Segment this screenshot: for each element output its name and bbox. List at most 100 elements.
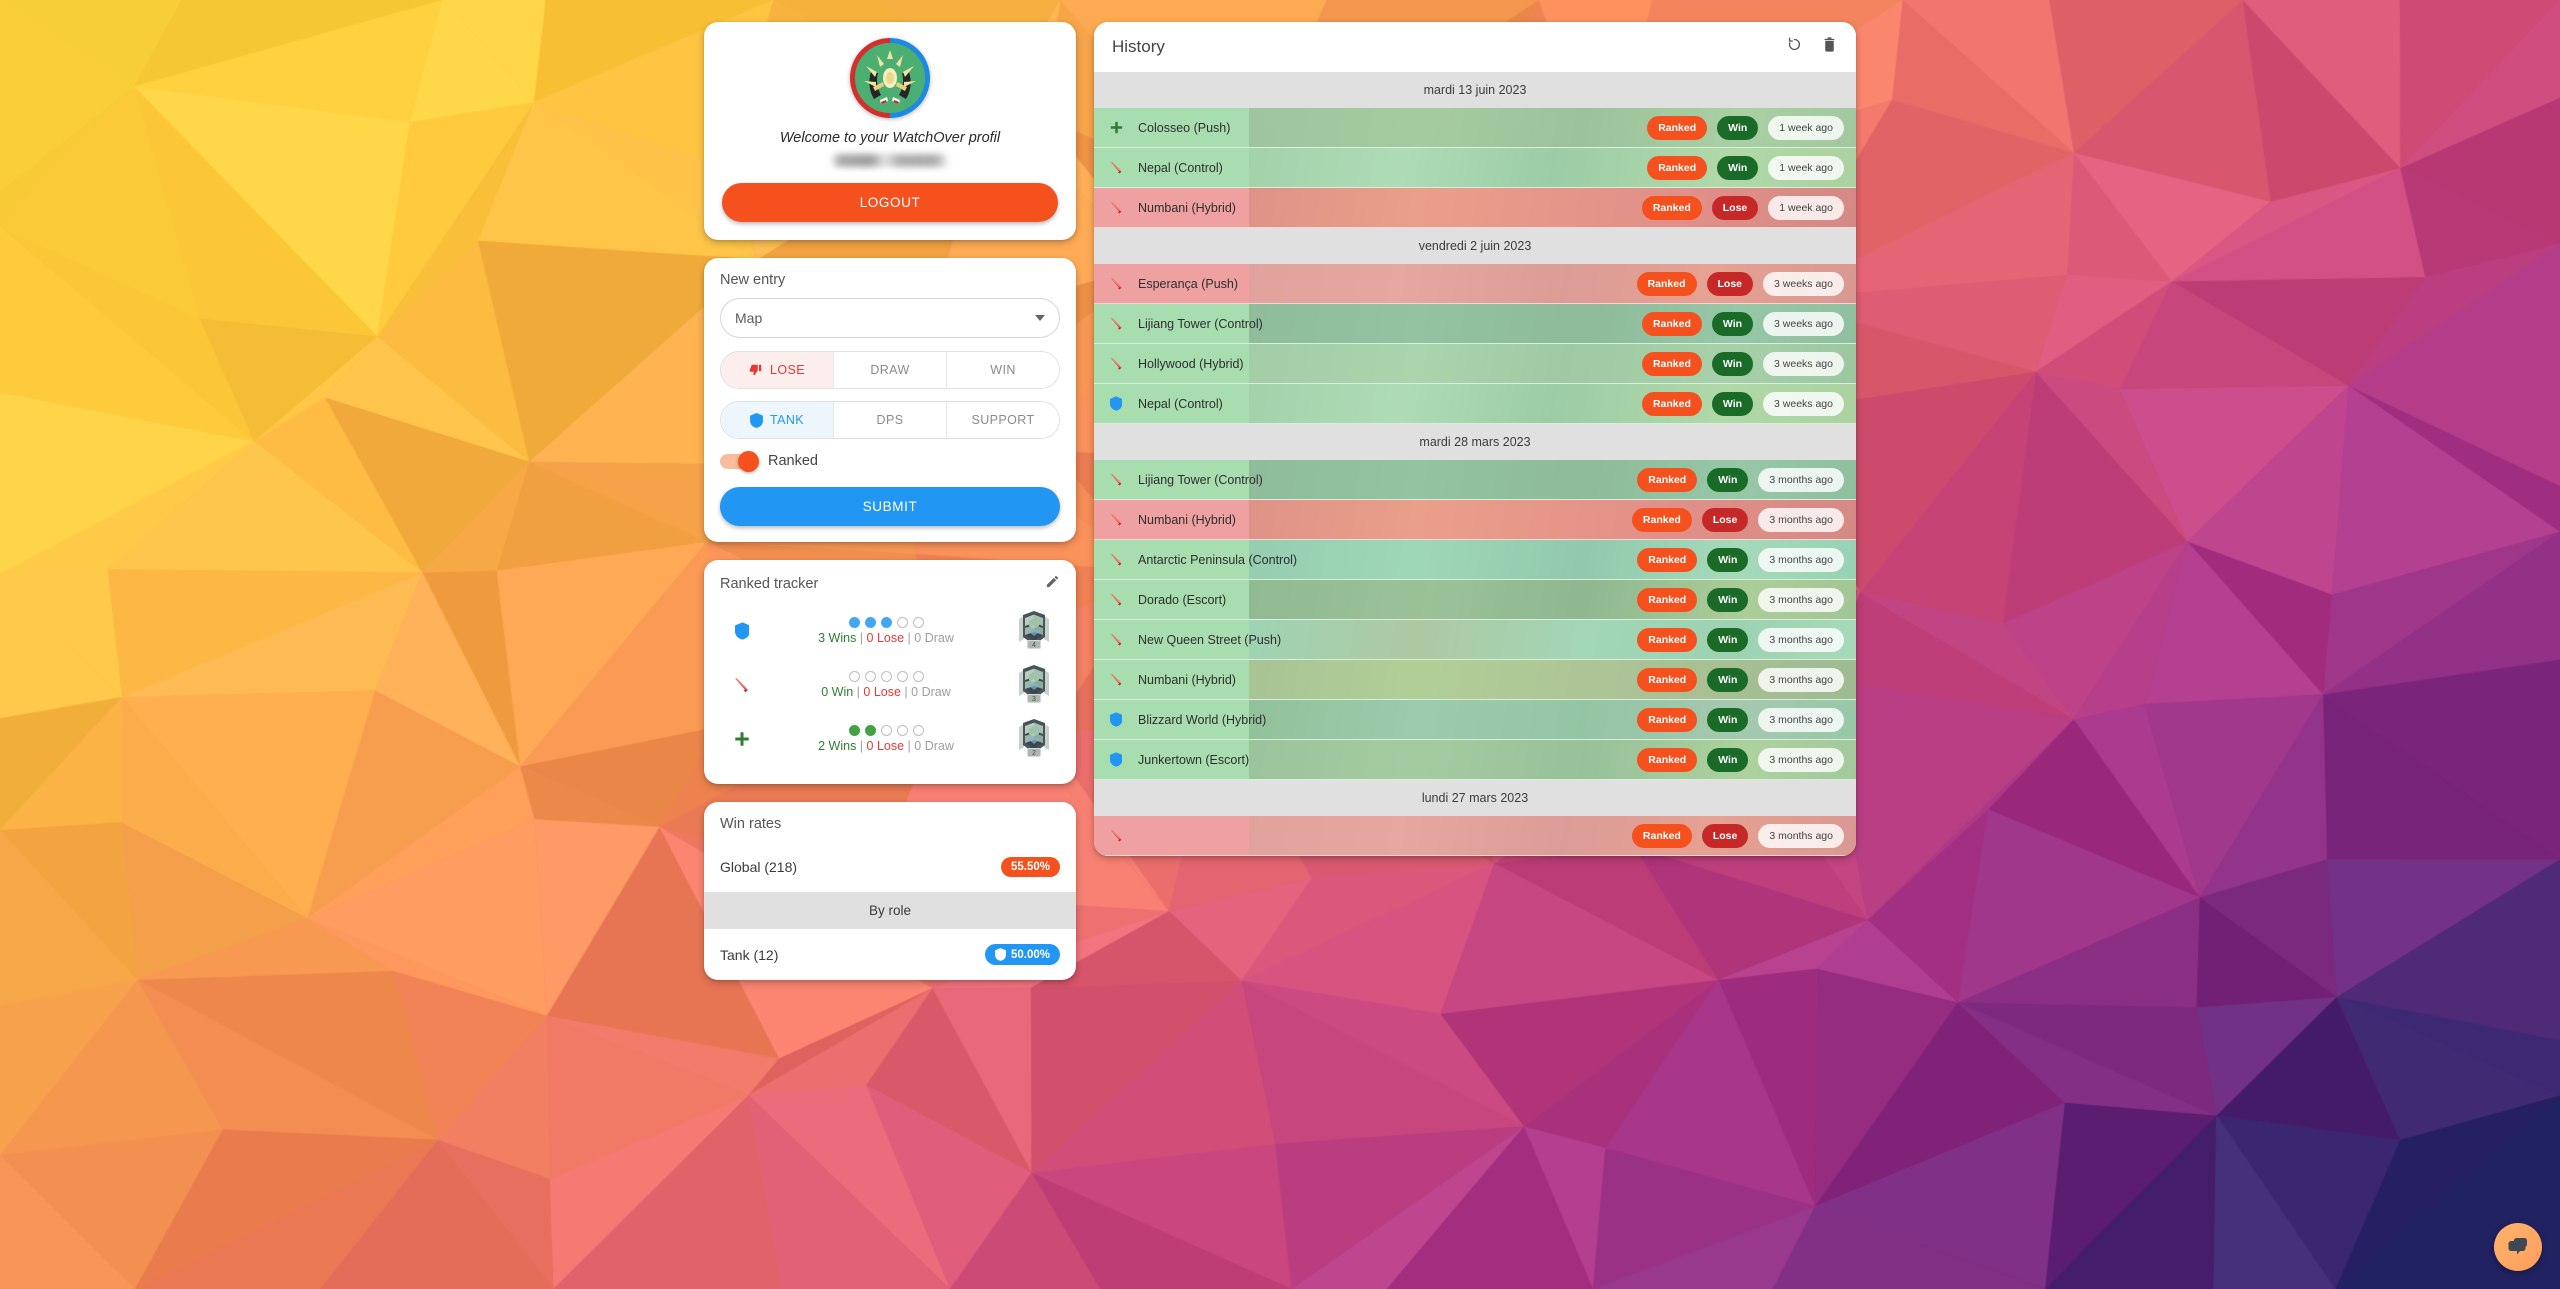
ranked-toggle[interactable] <box>720 450 759 472</box>
draw-count: 0 Draw <box>911 685 951 699</box>
chevron-down-icon <box>1035 315 1045 321</box>
win-rates-title: Win rates <box>720 816 782 832</box>
history-row[interactable]: Numbani (Hybrid) Ranked Lose 3 months ago <box>1094 500 1856 540</box>
role-segmented-control: TANK DPS SUPPORT <box>720 401 1060 439</box>
progress-dot <box>896 671 908 682</box>
history-row[interactable]: Ranked Lose 3 months ago <box>1094 816 1856 856</box>
history-role-icon <box>1094 632 1138 647</box>
history-row[interactable]: Esperança (Push) Ranked Lose 3 weeks ago <box>1094 264 1856 304</box>
draw-count: 0 Draw <box>914 739 954 753</box>
progress-dot <box>864 725 876 736</box>
progress-dot <box>912 617 924 628</box>
trash-icon[interactable] <box>1821 36 1838 58</box>
history-row[interactable]: Junkertown (Escort) Ranked Win 3 months ago <box>1094 740 1856 780</box>
relative-time-badge: 3 months ago <box>1758 547 1844 572</box>
sword-icon <box>1110 317 1121 330</box>
shield-icon <box>1109 396 1123 411</box>
map-select[interactable]: Map <box>720 298 1060 338</box>
result-option-win[interactable]: WIN <box>947 352 1059 388</box>
history-row-tags: Ranked Win 3 months ago <box>1637 587 1844 612</box>
result-badge: Win <box>1717 155 1759 180</box>
history-row-tags: Ranked Win 1 week ago <box>1647 115 1844 140</box>
mode-badge: Ranked <box>1637 547 1698 572</box>
progress-dots <box>848 617 924 628</box>
rank-badge: 3 <box>1008 663 1060 707</box>
history-row[interactable]: Nepal (Control) Ranked Win 1 week ago <box>1094 148 1856 188</box>
pencil-icon[interactable] <box>1045 574 1060 594</box>
new-entry-card: New entry Map LOSE DRAW WIN TANK DPS SUP… <box>704 258 1076 542</box>
history-header: History <box>1094 22 1856 72</box>
ranked-toggle-knob <box>738 450 759 472</box>
role-option-dps[interactable]: DPS <box>834 402 947 438</box>
rank-badge: 2 <box>1008 717 1060 761</box>
sword-icon <box>1110 553 1121 566</box>
history-role-icon <box>1094 828 1138 843</box>
history-row-tags: Ranked Win 3 months ago <box>1637 547 1844 572</box>
sword-icon <box>1110 513 1121 526</box>
history-row[interactable]: Lijiang Tower (Control) Ranked Win 3 weeks … <box>1094 304 1856 344</box>
wins-count: 3 Wins <box>818 631 857 645</box>
history-row[interactable]: Lijiang Tower (Control) Ranked Win 3 months… <box>1094 460 1856 500</box>
result-badge: Win <box>1717 115 1759 140</box>
history-row-tags: Ranked Win 3 weeks ago <box>1641 391 1844 416</box>
ranked-tracker-rows: 3 Wins | 0 Lose | 0 Draw 4 0 Win | 0 Lose … <box>704 598 1076 784</box>
progress-dot <box>864 617 876 628</box>
history-actions <box>1786 36 1838 58</box>
progress-dot <box>864 671 876 682</box>
relative-time-badge: 3 weeks ago <box>1763 391 1844 416</box>
win-rates-by-role-header: By role <box>704 892 1076 929</box>
result-badge: Win <box>1707 627 1749 652</box>
wins-count: 2 Wins <box>818 739 857 753</box>
right-column: History mardi 13 juin 2023 Colosseo (Pus… <box>1094 22 1856 1289</box>
history-row[interactable]: Blizzard World (Hybrid) Ranked Win 3 months… <box>1094 700 1856 740</box>
logout-button[interactable]: LOGOUT <box>722 183 1058 222</box>
relative-time-badge: 3 months ago <box>1758 747 1844 772</box>
history-role-icon <box>1094 356 1138 371</box>
role-option-tank[interactable]: TANK <box>721 402 834 438</box>
history-row[interactable]: Numbani (Hybrid) Ranked Win 3 months ago <box>1094 660 1856 700</box>
win-rate-global-badge: 55.50% <box>1000 857 1060 877</box>
chat-bubbles-icon <box>2508 1238 2527 1255</box>
role-option-support[interactable]: SUPPORT <box>947 402 1059 438</box>
history-row[interactable]: New Queen Street (Push) Ranked Win 3 months… <box>1094 620 1856 660</box>
sword-icon <box>1110 201 1121 214</box>
result-badge: Win <box>1707 587 1749 612</box>
history-row[interactable]: Colosseo (Push) Ranked Win 1 week ago <box>1094 108 1856 148</box>
ranked-tracker-role-icon <box>720 730 764 748</box>
win-rate-tank-badge: 50.00% <box>984 944 1060 965</box>
submit-button[interactable]: SUBMIT <box>720 487 1060 526</box>
history-map-name: Numbani (Hybrid) <box>1138 512 1236 527</box>
relative-time-badge: 3 weeks ago <box>1763 271 1844 296</box>
win-rate-global-row: Global (218) 55.50% <box>704 842 1076 892</box>
progress-dot <box>880 617 892 628</box>
win-rate-tank-label: Tank (12) <box>720 946 779 963</box>
history-row[interactable]: Antarctic Peninsula (Control) Ranked Win 3 … <box>1094 540 1856 580</box>
progress-dot <box>896 617 908 628</box>
app-root: Welcome to your WatchOver profil LOGOUT … <box>0 0 2560 1289</box>
history-row[interactable]: Hollywood (Hybrid) Ranked Win 3 weeks ago <box>1094 344 1856 384</box>
restore-icon[interactable] <box>1786 36 1803 58</box>
history-row[interactable]: Numbani (Hybrid) Ranked Lose 1 week ago <box>1094 188 1856 228</box>
win-rate-global-label: Global (218) <box>720 859 798 875</box>
result-option-draw[interactable]: DRAW <box>834 352 947 388</box>
result-option-draw-label: DRAW <box>870 363 910 377</box>
result-badge: Win <box>1707 467 1749 492</box>
username-redacted <box>830 154 950 167</box>
ranked-tracker-record: 3 Wins | 0 Lose | 0 Draw <box>818 631 954 645</box>
mode-badge: Ranked <box>1631 823 1692 848</box>
map-select-value: Map <box>735 310 763 326</box>
history-row[interactable]: Dorado (Escort) Ranked Win 3 months ago <box>1094 580 1856 620</box>
history-row[interactable]: Nepal (Control) Ranked Win 3 weeks ago <box>1094 384 1856 424</box>
mode-badge: Ranked <box>1647 155 1708 180</box>
chat-widget-button[interactable] <box>2494 1223 2542 1271</box>
cross-icon <box>735 732 749 746</box>
sword-icon <box>1110 277 1121 290</box>
result-badge: Win <box>1711 311 1754 336</box>
progress-dot <box>880 725 892 736</box>
ranked-tracker-card: Ranked tracker 3 Wins | 0 Lose | 0 Draw 4… <box>704 560 1076 784</box>
shield-icon <box>734 622 750 640</box>
history-title: History <box>1112 37 1165 56</box>
result-option-lose[interactable]: LOSE <box>721 352 834 388</box>
ranked-tracker-row: 0 Win | 0 Lose | 0 Draw 3 <box>720 658 1060 712</box>
shield-icon <box>994 948 1006 961</box>
